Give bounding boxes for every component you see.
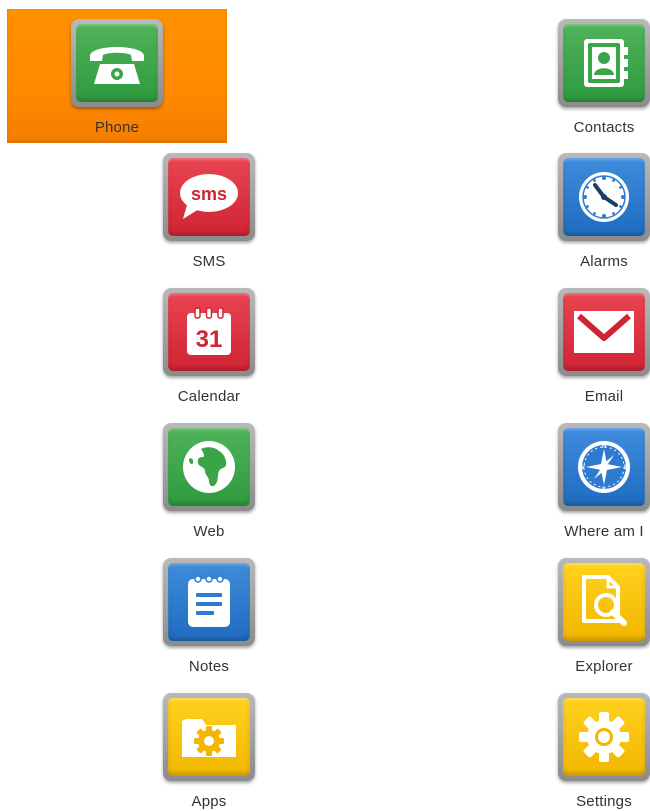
app-tile-email[interactable]: Email <box>494 278 650 412</box>
compass-letter-e: E <box>624 465 628 471</box>
app-tile-contacts[interactable]: Contacts <box>494 9 650 143</box>
icon-frame <box>558 288 650 376</box>
contacts-book-icon <box>563 24 645 102</box>
app-tile-where-am-i[interactable]: N E S W Where am I <box>494 413 650 547</box>
app-tile-sms[interactable]: sms SMS <box>99 143 319 277</box>
clock-icon <box>563 158 645 236</box>
app-launcher-grid: Phone Contacts sms SMS Alarms 31 Calenda… <box>0 0 650 811</box>
app-label: Explorer <box>575 658 633 675</box>
app-label: Notes <box>188 658 230 675</box>
app-tile-notes[interactable]: Notes <box>99 548 319 682</box>
app-label: Calendar <box>177 388 241 405</box>
app-tile-calendar[interactable]: 31 Calendar <box>99 278 319 412</box>
app-label: Phone <box>94 119 140 136</box>
notepad-icon <box>168 563 250 641</box>
icon-frame <box>558 693 650 781</box>
compass-letter-n: N <box>602 444 606 450</box>
sms-bubble-icon: sms <box>168 158 250 236</box>
icon-frame <box>71 19 163 107</box>
app-label: SMS <box>192 253 226 270</box>
icon-frame <box>558 19 650 107</box>
calendar-icon: 31 <box>168 293 250 371</box>
icon-frame <box>163 423 255 511</box>
app-label: Where am I <box>564 523 644 540</box>
app-tile-explorer[interactable]: Explorer <box>494 548 650 682</box>
app-label: Alarms <box>580 253 628 270</box>
app-label: Apps <box>191 793 227 810</box>
envelope-icon <box>563 293 645 371</box>
app-tile-phone[interactable]: Phone <box>7 9 227 143</box>
app-tile-web[interactable]: Web <box>99 413 319 547</box>
icon-frame: 31 <box>163 288 255 376</box>
file-search-icon <box>563 563 645 641</box>
icon-frame: sms <box>163 153 255 241</box>
icon-frame: N E S W <box>558 423 650 511</box>
calendar-day-number: 31 <box>196 326 223 353</box>
gear-icon <box>563 698 645 776</box>
app-tile-alarms[interactable]: Alarms <box>494 143 650 277</box>
folder-gear-icon <box>168 698 250 776</box>
app-label: Email <box>584 388 624 405</box>
app-label: Contacts <box>573 119 635 136</box>
phone-icon <box>76 24 158 102</box>
icon-frame <box>558 558 650 646</box>
icon-frame <box>163 693 255 781</box>
compass-letter-s: S <box>602 487 606 493</box>
app-label: Settings <box>576 793 632 810</box>
app-label: Web <box>193 523 225 540</box>
icon-frame <box>558 153 650 241</box>
app-tile-settings[interactable]: Settings <box>494 683 650 811</box>
globe-icon <box>168 428 250 506</box>
app-tile-apps[interactable]: Apps <box>99 683 319 811</box>
icon-frame <box>163 558 255 646</box>
compass-icon: N E S W <box>563 428 645 506</box>
sms-icon-text: sms <box>191 184 227 204</box>
compass-letter-w: W <box>579 465 585 471</box>
